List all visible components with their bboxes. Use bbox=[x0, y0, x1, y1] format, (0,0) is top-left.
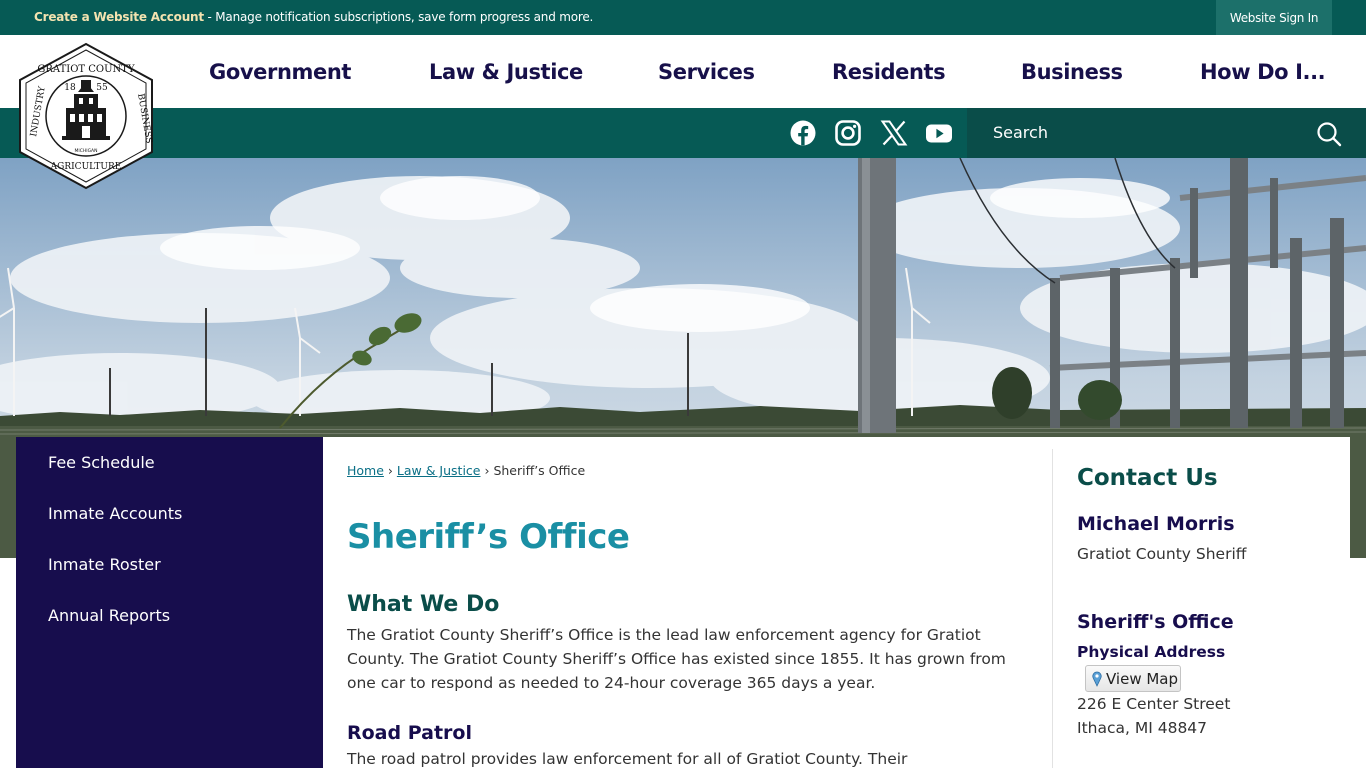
seal-top-text: GRATIOT COUNTY bbox=[37, 64, 135, 75]
gratiot-county-seal-logo[interactable]: GRATIOT COUNTY INDUSTRY BUSINESS AGRICUL… bbox=[14, 42, 158, 190]
road-patrol-text: The road patrol provides law enforcement… bbox=[347, 750, 908, 768]
content-divider bbox=[1052, 449, 1053, 768]
main-content: Home › Law & Justice › Sheriff’s Office … bbox=[323, 437, 1350, 768]
nav-government[interactable]: Government bbox=[209, 35, 351, 108]
create-account-link[interactable]: Create a Website Account bbox=[34, 10, 204, 24]
nav-services[interactable]: Services bbox=[658, 35, 755, 108]
sidebar-item-fee-schedule[interactable]: Fee Schedule bbox=[48, 453, 155, 472]
website-sign-in-button[interactable]: Website Sign In bbox=[1216, 0, 1332, 35]
site-header: Government Law & Justice Services Reside… bbox=[0, 35, 1366, 108]
search-input[interactable]: Search bbox=[993, 123, 1048, 142]
nav-how-do-i[interactable]: How Do I... bbox=[1200, 35, 1326, 108]
contact-us-heading: Contact Us bbox=[1077, 465, 1218, 491]
breadcrumb-home-link[interactable]: Home bbox=[347, 463, 384, 478]
contact-office-heading: Sheriff's Office bbox=[1077, 611, 1234, 633]
nav-residents[interactable]: Residents bbox=[832, 35, 946, 108]
contact-name: Michael Morris bbox=[1077, 513, 1235, 535]
sidebar-item-inmate-roster[interactable]: Inmate Roster bbox=[48, 555, 161, 574]
address-city: Ithaca, MI 48847 bbox=[1077, 719, 1208, 737]
account-notice-text: - Manage notification subscriptions, sav… bbox=[203, 10, 594, 24]
breadcrumb-separator: › bbox=[480, 463, 494, 478]
nav-business[interactable]: Business bbox=[1021, 35, 1123, 108]
address-street: 226 E Center Street bbox=[1077, 695, 1231, 713]
sidebar-nav: Fee Schedule Inmate Accounts Inmate Rost… bbox=[16, 437, 323, 768]
road-patrol-heading: Road Patrol bbox=[347, 722, 472, 744]
what-we-do-text: The Gratiot County Sheriff’s Office is t… bbox=[347, 626, 1006, 692]
breadcrumb-current: Sheriff’s Office bbox=[493, 463, 586, 478]
seal-year-left: 18 bbox=[64, 83, 76, 93]
view-map-button[interactable]: View Map bbox=[1085, 665, 1181, 692]
map-pin-icon bbox=[1092, 671, 1102, 687]
seal-year-right: 55 bbox=[96, 83, 108, 93]
contact-role: Gratiot County Sheriff bbox=[1077, 545, 1247, 563]
sidebar-item-annual-reports[interactable]: Annual Reports bbox=[48, 606, 170, 625]
physical-address-label: Physical Address bbox=[1077, 643, 1226, 661]
what-we-do-heading: What We Do bbox=[347, 592, 500, 617]
sidebar-item-inmate-accounts[interactable]: Inmate Accounts bbox=[48, 504, 182, 523]
instagram-icon[interactable] bbox=[834, 119, 862, 147]
breadcrumb-law-justice-link[interactable]: Law & Justice bbox=[397, 463, 481, 478]
top-utility-bar: Create a Website Account - Manage notifi… bbox=[0, 0, 1366, 35]
search-box[interactable]: Search bbox=[967, 108, 1366, 158]
account-notice: Create a Website Account - Manage notifi… bbox=[34, 10, 593, 24]
view-map-label: View Map bbox=[1106, 669, 1179, 688]
facebook-icon[interactable] bbox=[789, 119, 817, 147]
youtube-icon[interactable] bbox=[925, 119, 953, 147]
seal-state-text: MICHIGAN bbox=[75, 148, 98, 154]
breadcrumb: Home › Law & Justice › Sheriff’s Office bbox=[347, 463, 585, 478]
search-icon[interactable] bbox=[1316, 121, 1342, 147]
page-title: Sheriff’s Office bbox=[347, 517, 630, 557]
x-icon[interactable] bbox=[880, 119, 908, 147]
breadcrumb-separator: › bbox=[383, 463, 397, 478]
seal-bottom-text: AGRICULTURE bbox=[50, 162, 122, 172]
nav-law-justice[interactable]: Law & Justice bbox=[429, 35, 583, 108]
